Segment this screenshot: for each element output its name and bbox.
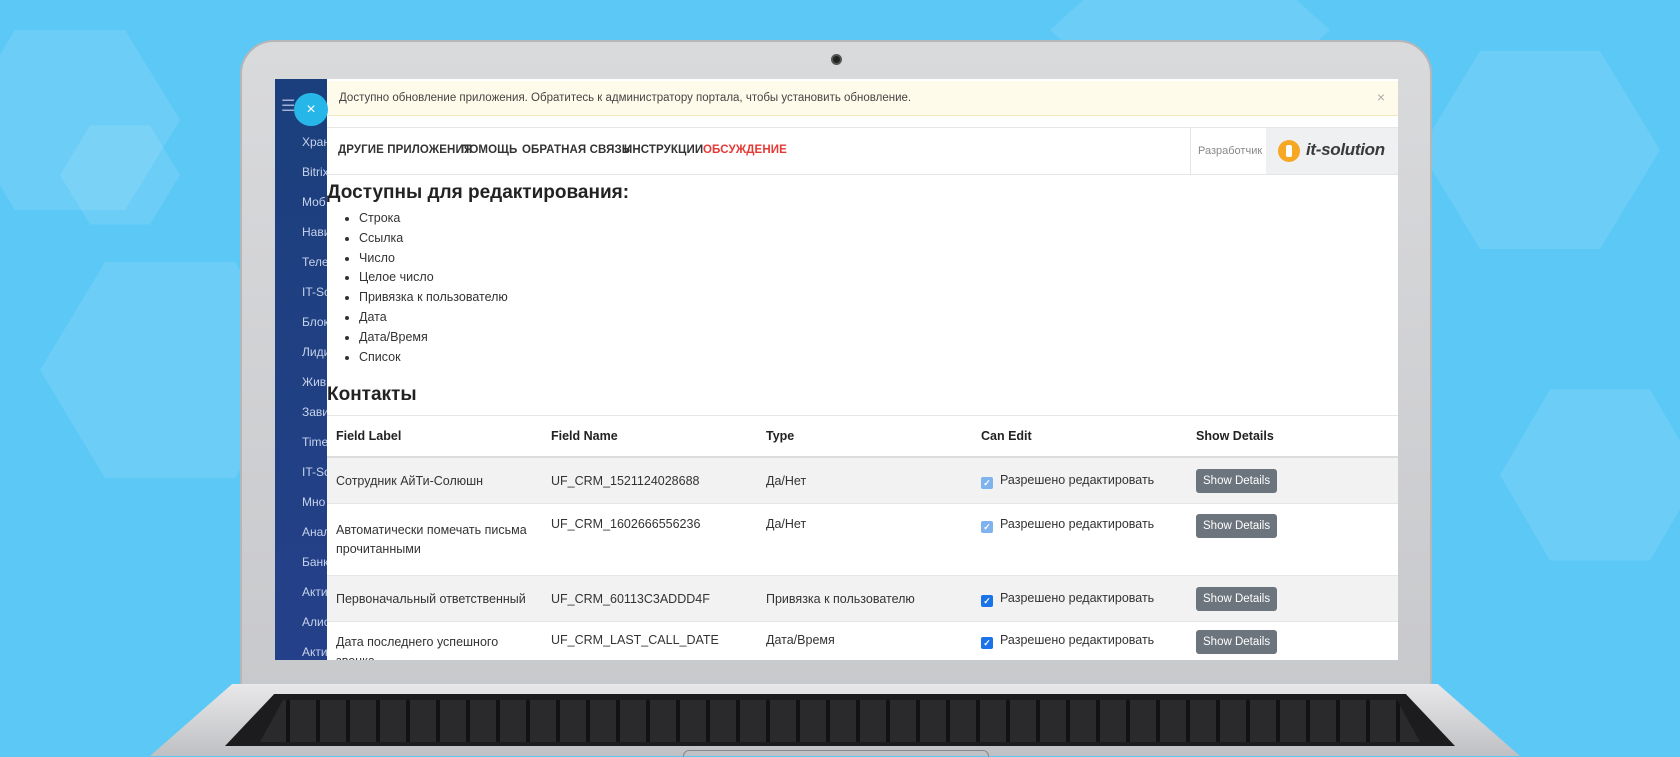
contacts-heading: Контакты xyxy=(327,384,417,405)
show-details-button[interactable]: Show Details xyxy=(1196,514,1278,538)
details-cell: Show Details xyxy=(1187,621,1398,660)
can-edit-cell: ✓ Разрешено редактировать xyxy=(972,503,1187,576)
list-item: Дата xyxy=(359,308,508,328)
can-edit-checkbox[interactable]: ✓ xyxy=(981,521,993,533)
can-edit-label: Разрешено редактировать xyxy=(1000,590,1155,605)
column-header: Field Label xyxy=(327,415,542,458)
can-edit-cell: ✓ Разрешено редактировать xyxy=(972,621,1187,660)
background-hexagon xyxy=(1420,51,1660,249)
camera-icon xyxy=(831,54,842,65)
column-header: Show Details xyxy=(1187,415,1398,458)
sidebar-item[interactable]: Анал xyxy=(302,525,327,539)
list-item: Дата/Время xyxy=(359,328,508,348)
menu-icon[interactable]: ☰ xyxy=(281,96,295,116)
can-edit-checkbox[interactable]: ✓ xyxy=(981,594,993,607)
field-name: UF_CRM_60113C3ADDD4F xyxy=(542,575,757,622)
details-cell: Show Details xyxy=(1187,503,1398,576)
nav-discussion[interactable]: ОБСУЖДЕНИЕ xyxy=(703,144,787,156)
can-edit-label: Разрешено редактировать xyxy=(1000,472,1155,487)
table-row: Автоматически помечать письма прочитанны… xyxy=(327,503,1398,576)
sidebar-item[interactable]: Нави xyxy=(302,225,327,239)
sidebar-item[interactable]: IT-Sc xyxy=(302,285,327,299)
sidebar-item[interactable]: Алис xyxy=(302,615,327,629)
app-frame: Доступно обновление приложения. Обратите… xyxy=(327,79,1398,660)
sidebar-item[interactable]: Time xyxy=(302,435,327,449)
field-label: Дата последнего успешного звонка xyxy=(327,621,542,660)
list-item: Строка xyxy=(359,209,508,229)
sidebar-item[interactable]: IT-Sc xyxy=(302,465,327,479)
column-header: Can Edit xyxy=(972,415,1187,458)
logo-icon xyxy=(1278,140,1300,162)
list-item: Целое число xyxy=(359,268,508,288)
can-edit-label: Разрешено редактировать xyxy=(1000,633,1155,647)
logo-text: it-solution xyxy=(1306,140,1385,159)
sidebar-item[interactable]: Bitrix xyxy=(302,165,327,179)
close-slider-button[interactable]: × xyxy=(294,93,328,126)
nav-help[interactable]: ПОМОЩЬ xyxy=(461,144,517,156)
sidebar-item[interactable]: Теле xyxy=(302,255,327,269)
table-row: Сотрудник АйТи-Солюшн UF_CRM_15211240286… xyxy=(327,456,1398,504)
sidebar-item[interactable]: Жив xyxy=(302,375,327,389)
list-item: Ссылка xyxy=(359,229,508,249)
sidebar-item[interactable]: Моб xyxy=(302,195,327,209)
developer-section: Разработчик xyxy=(1190,128,1266,174)
sidebar-item[interactable]: Зави xyxy=(302,405,327,419)
list-item: Привязка к пользователю xyxy=(359,288,508,308)
sidebar-item[interactable]: Мно xyxy=(302,495,327,509)
table-header-row: Field Label Field Name Type Can Edit Sho… xyxy=(327,415,1398,458)
can-edit-label: Разрешено редактировать xyxy=(1000,517,1155,531)
sidebar-item[interactable]: Хран xyxy=(302,135,327,149)
laptop-screen: ☰ Хран Bitrix Моб Нави Теле IT-Sc Блок Л… xyxy=(275,79,1398,660)
list-item: Список xyxy=(359,348,508,368)
nav-feedback[interactable]: ОБРАТНАЯ СВЯЗЬ xyxy=(522,144,630,156)
sidebar-item[interactable]: Банк xyxy=(302,555,327,569)
contacts-fields-table: Field Label Field Name Type Can Edit Sho… xyxy=(327,415,1398,660)
list-item: Число xyxy=(359,249,508,269)
field-name: UF_CRM_1602666556236 xyxy=(542,503,757,576)
field-label: Сотрудник АйТи-Солюшн xyxy=(327,456,542,504)
table-row: Дата последнего успешного звонка UF_CRM_… xyxy=(327,621,1398,660)
developer-label: Разработчик xyxy=(1198,145,1263,157)
it-solution-logo[interactable]: it-solution xyxy=(1266,128,1398,174)
field-label: Первоначальный ответственный xyxy=(327,575,542,622)
details-cell: Show Details xyxy=(1187,575,1398,622)
nav-instructions[interactable]: ИНСТРУКЦИИ xyxy=(624,144,703,156)
field-name: UF_CRM_LAST_CALL_DATE xyxy=(542,621,757,660)
update-notice: Доступно обновление приложения. Обратите… xyxy=(327,81,1398,116)
show-details-button[interactable]: Show Details xyxy=(1196,586,1278,611)
sidebar-item[interactable]: Блок xyxy=(302,315,327,329)
column-header: Field Name xyxy=(542,415,757,458)
details-cell: Show Details xyxy=(1187,456,1398,504)
can-edit-checkbox[interactable]: ✓ xyxy=(981,637,993,649)
editable-heading: Доступны для редактирования: xyxy=(327,182,630,203)
sidebar-item[interactable]: Акти xyxy=(302,585,327,599)
sidebar-item[interactable]: Акти xyxy=(302,645,327,659)
show-details-button[interactable]: Show Details xyxy=(1196,468,1278,493)
close-icon[interactable]: × xyxy=(1377,89,1385,105)
nav-other-apps[interactable]: ДРУГИЕ ПРИЛОЖЕНИЯ xyxy=(338,144,472,156)
can-edit-cell: ✓ Разрешено редактировать xyxy=(972,575,1187,622)
table-row: Первоначальный ответственный UF_CRM_6011… xyxy=(327,575,1398,622)
field-type: Да/Нет xyxy=(757,456,972,504)
sidebar-item[interactable]: Лиди xyxy=(302,345,327,359)
field-type: Привязка к пользователю xyxy=(757,575,972,622)
show-details-button[interactable]: Show Details xyxy=(1196,630,1278,654)
field-label: Автоматически помечать письма прочитанны… xyxy=(327,503,542,576)
column-header: Type xyxy=(757,415,972,458)
background-hexagon xyxy=(1500,389,1680,561)
update-notice-text: Доступно обновление приложения. Обратите… xyxy=(339,92,912,104)
can-edit-cell: ✓ Разрешено редактировать xyxy=(972,456,1187,504)
top-navigation: ДРУГИЕ ПРИЛОЖЕНИЯ ПОМОЩЬ ОБРАТНАЯ СВЯЗЬ … xyxy=(327,127,1398,175)
field-type: Дата/Время xyxy=(757,621,972,660)
portal-sidebar: ☰ Хран Bitrix Моб Нави Теле IT-Sc Блок Л… xyxy=(275,79,327,660)
keyboard-keys xyxy=(260,700,1420,742)
field-name: UF_CRM_1521124028688 xyxy=(542,456,757,504)
can-edit-checkbox[interactable]: ✓ xyxy=(981,476,993,489)
editable-types-list: Строка Ссылка Число Целое число Привязка… xyxy=(339,209,508,367)
field-type: Да/Нет xyxy=(757,503,972,576)
